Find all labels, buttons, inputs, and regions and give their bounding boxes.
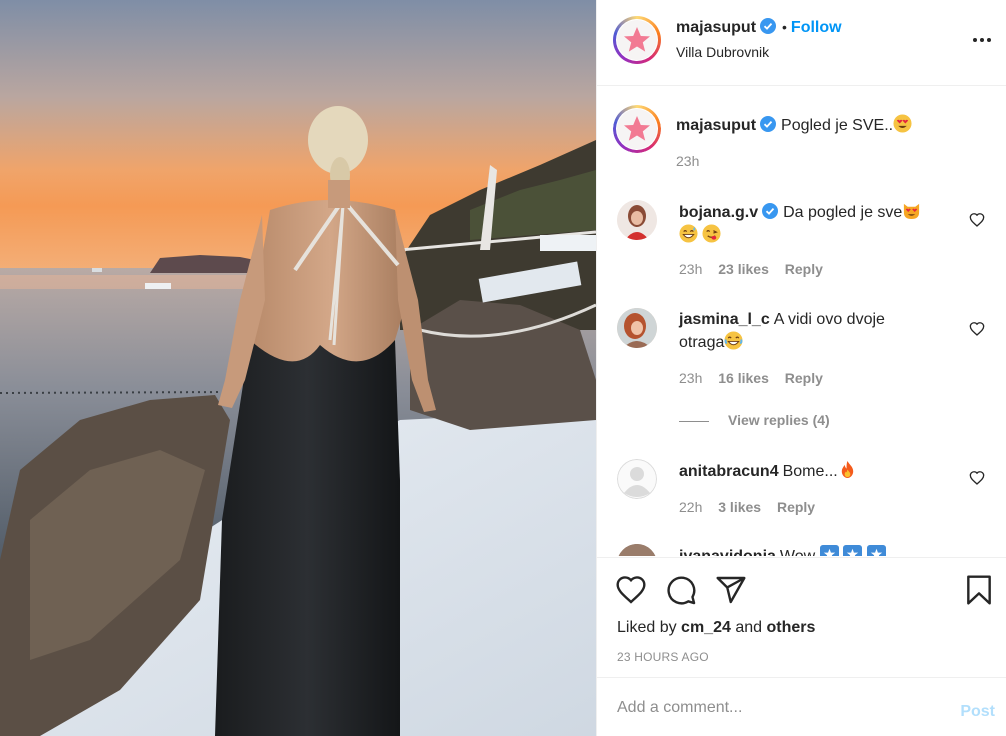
liked-by-prefix: Liked by <box>617 619 677 636</box>
comment-icon[interactable] <box>665 574 697 606</box>
follow-button[interactable]: Follow <box>791 19 842 36</box>
caption-body: Pogled je SVE.. <box>781 117 894 134</box>
heart-eyes-emoji-icon <box>893 114 912 133</box>
verified-badge-icon <box>762 203 779 219</box>
caption-username[interactable]: majasuput <box>676 117 756 134</box>
face-savoring-emoji-icon <box>702 224 721 243</box>
reply-button[interactable]: Reply <box>785 370 823 386</box>
comment-time[interactable]: 23h <box>679 370 702 386</box>
view-replies-line <box>679 421 709 422</box>
like-comment-heart-icon[interactable] <box>969 470 985 486</box>
star-box-emoji-icon <box>866 545 886 556</box>
liked-by-and: and <box>735 619 763 636</box>
caption-avatar[interactable] <box>613 105 661 153</box>
comment-likes[interactable]: 23 likes <box>718 261 769 277</box>
liked-by-user[interactable]: cm_24 <box>681 619 731 636</box>
star-avatar-icon <box>617 109 657 149</box>
star-avatar-icon <box>617 20 657 60</box>
comment-time[interactable]: 23h <box>679 261 702 277</box>
comment-text: anitabracun4 Bome... <box>679 460 959 483</box>
post-actions: Liked by cm_24 and others 23 HOURS AGO <box>597 557 1006 677</box>
default-avatar-icon <box>617 459 657 499</box>
joy-emoji-icon <box>724 331 743 350</box>
verified-badge-icon <box>760 116 777 132</box>
reply-button[interactable]: Reply <box>777 499 815 515</box>
caption-text: majasuput Pogled je SVE.. <box>676 114 976 137</box>
post-dialog: majasuput • Follow Villa Dubrovnik majasup… <box>0 0 1006 736</box>
star-box-emoji-icon <box>819 545 839 556</box>
heart-eyes-cat-emoji-icon <box>904 203 920 220</box>
comment-meta: 22h 3 likes Reply <box>679 499 827 515</box>
grinning-sweat-emoji-icon <box>679 224 698 243</box>
verified-badge-icon <box>760 18 777 34</box>
reply-button[interactable]: Reply <box>785 261 823 277</box>
post-location[interactable]: Villa Dubrovnik <box>676 44 769 60</box>
commenter-avatar[interactable] <box>617 544 657 556</box>
like-comment-heart-icon[interactable] <box>969 321 985 337</box>
share-icon[interactable] <box>715 574 747 606</box>
heart-icon[interactable] <box>615 574 647 606</box>
post-photo[interactable] <box>0 0 596 736</box>
comment-likes[interactable]: 16 likes <box>718 370 769 386</box>
comment-text: jasmina_l_c A vidi ovo dvoje otraga <box>679 309 919 354</box>
comment-body: Bome... <box>782 463 838 480</box>
separator-dot: • <box>782 19 787 35</box>
commenter-avatar[interactable] <box>617 200 657 240</box>
author-avatar[interactable] <box>613 16 661 64</box>
view-replies-button[interactable]: View replies (4) <box>728 412 830 428</box>
comment-body: Wow <box>780 548 815 556</box>
profile-photo-icon <box>618 544 656 556</box>
comments-list[interactable]: majasuput Pogled je SVE.. 23h bojana.g.v D… <box>597 87 1006 556</box>
fire-emoji-icon <box>841 460 853 479</box>
sunset-photo-image <box>0 0 596 736</box>
post-comment-button[interactable]: Post <box>960 703 995 721</box>
add-comment-bar: Post <box>597 677 1006 736</box>
comment-meta: 23h 16 likes Reply <box>679 370 835 386</box>
comment-username[interactable]: bojana.g.v <box>679 204 758 221</box>
comment-body: Da pogled je sve <box>783 204 903 221</box>
comment-likes[interactable]: 3 likes <box>718 499 761 515</box>
post-timestamp[interactable]: 23 HOURS AGO <box>617 650 709 664</box>
post-sidebar: majasuput • Follow Villa Dubrovnik majasup… <box>596 0 1006 736</box>
caption-meta: 23h <box>676 153 711 169</box>
comment-input[interactable] <box>617 696 917 720</box>
comment-username[interactable]: anitabracun4 <box>679 463 779 480</box>
liked-by-text: Liked by cm_24 and others <box>617 619 815 637</box>
post-header: majasuput • Follow Villa Dubrovnik <box>597 0 1006 86</box>
save-bookmark-icon[interactable] <box>963 574 995 606</box>
comment-meta: 23h 23 likes Reply <box>679 261 835 277</box>
commenter-avatar[interactable] <box>617 459 657 499</box>
more-options-icon[interactable] <box>973 30 993 50</box>
liked-by-others[interactable]: others <box>766 619 815 636</box>
comment-text: ivanavidonja Wow <box>679 545 979 556</box>
profile-photo-icon <box>617 200 657 240</box>
commenter-avatar[interactable] <box>617 308 657 348</box>
caption-time[interactable]: 23h <box>676 153 699 169</box>
like-comment-heart-icon[interactable] <box>969 212 985 228</box>
comment-time[interactable]: 22h <box>679 499 702 515</box>
star-box-emoji-icon <box>843 545 863 556</box>
comment-username[interactable]: ivanavidonja <box>679 548 776 556</box>
author-username[interactable]: majasuput <box>676 19 756 36</box>
comment-username[interactable]: jasmina_l_c <box>679 311 770 328</box>
comment-text: bojana.g.v Da pogled je sve <box>679 201 959 247</box>
profile-photo-icon <box>617 308 657 348</box>
